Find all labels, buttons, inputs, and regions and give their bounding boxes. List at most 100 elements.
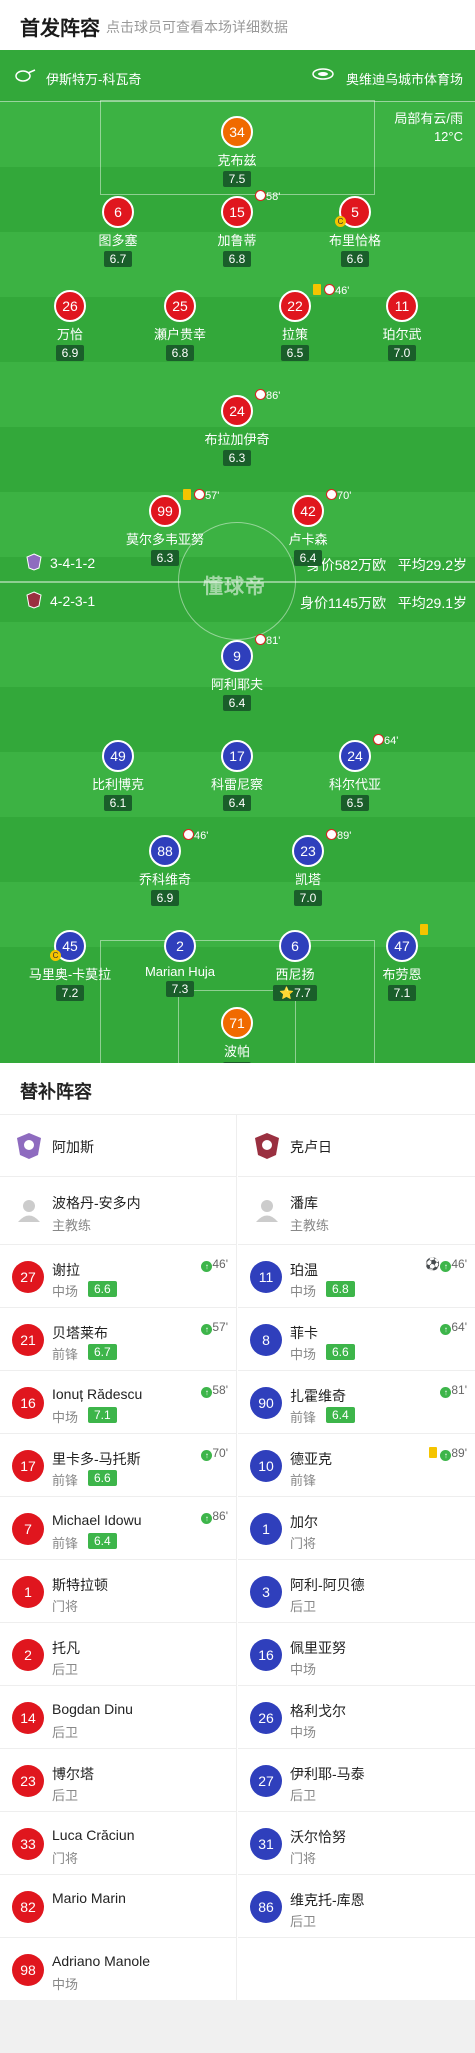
sub-player-rating: 6.6 bbox=[326, 1344, 355, 1360]
sub-player-name: 格利戈尔 bbox=[290, 1703, 346, 1719]
sub-player-row[interactable]: 16 Ionuț Rădescu 中场 7.1 ↑ 58' bbox=[0, 1371, 236, 1434]
player-47[interactable]: 47 布劳恩 7.1 bbox=[342, 930, 462, 1002]
sub-player-row[interactable]: 31 沃尔恰努 门将 bbox=[238, 1812, 475, 1875]
sub-off-icon bbox=[194, 489, 206, 500]
player-name: 布拉加伊奇 bbox=[204, 432, 270, 447]
sub-event: ↑ 57' bbox=[201, 1320, 228, 1335]
player-26[interactable]: 26 万恰 6.9 bbox=[10, 290, 130, 362]
team-row[interactable]: 克卢日 bbox=[238, 1115, 475, 1177]
player-71[interactable]: 71波帕7.0 bbox=[177, 1007, 297, 1063]
player-name: 万恰 bbox=[56, 327, 83, 342]
sub-in-icon: ↑ bbox=[440, 1387, 452, 1398]
sub-player-position: 后卫 bbox=[290, 1599, 317, 1614]
player-name: 布劳恩 bbox=[382, 967, 422, 982]
coach-row[interactable]: 潘库 主教练 bbox=[238, 1177, 475, 1245]
sub-player-row[interactable]: 98 Adriano Manole 中场 bbox=[0, 1938, 236, 2001]
player-17[interactable]: 17 科雷尼察 6.4 bbox=[177, 740, 297, 812]
sub-player-row[interactable]: 82 Mario Marin bbox=[0, 1875, 236, 1938]
away-formation: 3-4-1-2 bbox=[50, 555, 96, 571]
sub-player-row[interactable]: 21 贝塔莱布 前锋 6.7 ↑ 57' bbox=[0, 1308, 236, 1371]
sub-player-number: 26 bbox=[250, 1702, 282, 1734]
player-42[interactable]: 42 卢卡森 6.4 bbox=[248, 495, 368, 567]
weather-text: 局部有云/雨 bbox=[394, 111, 463, 126]
sub-player-row[interactable]: 86 维克托-库恩 后卫 bbox=[238, 1875, 475, 1938]
sub-player-row[interactable]: 33 Luca Crăciun 门将 bbox=[0, 1812, 236, 1875]
sub-event: ↑ 58' bbox=[201, 1383, 228, 1398]
yellow-card-icon bbox=[313, 284, 321, 295]
team-name: 克卢日 bbox=[290, 1139, 332, 1155]
player-45[interactable]: 45 马里奥-卡莫拉 7.2 bbox=[10, 930, 130, 1002]
sub-player-row[interactable]: 27 谢拉 中场 6.6 ↑ 46' bbox=[0, 1245, 236, 1308]
sub-player-number: 21 bbox=[12, 1324, 44, 1356]
sub-player-position: 中场 bbox=[290, 1725, 317, 1740]
player-6[interactable]: 6 西尼扬 ⭐7.7 bbox=[235, 930, 355, 1002]
player-49[interactable]: 49 比利博克 6.1 bbox=[58, 740, 178, 812]
sub-player-name: 德亚克 bbox=[290, 1451, 332, 1467]
sub-player-row[interactable]: 16 佩里亚努 中场 bbox=[238, 1623, 475, 1686]
player-number: 88 bbox=[149, 835, 181, 867]
sub-player-row[interactable]: 17 里卡多-马托斯 前锋 6.6 ↑ 70' bbox=[0, 1434, 236, 1497]
sub-player-name: Adriano Manole bbox=[52, 1953, 151, 1969]
player-11[interactable]: 11 珀尔武 7.0 bbox=[342, 290, 462, 362]
player-6[interactable]: 6 图多塞 6.7 bbox=[58, 196, 178, 268]
sub-player-row[interactable]: 7 Michael Idowu 前锋 6.4 ↑ 86' bbox=[0, 1497, 236, 1560]
player-9[interactable]: 9 阿利耶夫 6.4 bbox=[177, 640, 297, 712]
sub-player-position: 门将 bbox=[52, 1599, 79, 1614]
sub-off-icon bbox=[183, 829, 194, 840]
sub-player-number: 16 bbox=[250, 1639, 282, 1671]
sub-player-row[interactable]: 14 Bogdan Dinu 后卫 bbox=[0, 1686, 236, 1749]
player-number: 6 bbox=[279, 930, 311, 962]
player-88[interactable]: 88 乔科维奇 6.9 bbox=[105, 835, 225, 907]
player-event-marker: 46' bbox=[183, 829, 208, 842]
player-rating: 6.8 bbox=[165, 345, 195, 361]
sub-in-icon: ↑ bbox=[201, 1513, 213, 1524]
sub-player-name: 博尔塔 bbox=[52, 1766, 94, 1782]
page-footer bbox=[0, 2000, 475, 2053]
player-2[interactable]: 2 Marian Huja 7.3 bbox=[120, 930, 240, 998]
sub-player-row[interactable]: 3 阿利-阿贝德 后卫 bbox=[238, 1560, 475, 1623]
player-34[interactable]: 34 克布兹 7.5 bbox=[177, 116, 297, 188]
sub-player-number: 8 bbox=[250, 1324, 282, 1356]
sub-off-icon bbox=[326, 829, 337, 840]
sub-player-position: 门将 bbox=[52, 1851, 79, 1866]
player-24[interactable]: 24 科尔代亚 6.5 bbox=[295, 740, 415, 812]
sub-player-row[interactable]: 11 珀温 中场 6.8 ⚽ ↑ 46' bbox=[238, 1245, 475, 1308]
coach-role: 主教练 bbox=[52, 1218, 92, 1233]
player-22[interactable]: 22 拉策 6.5 bbox=[235, 290, 355, 362]
coach-whistle-icon bbox=[15, 69, 36, 82]
sub-player-number: 14 bbox=[12, 1702, 44, 1734]
player-number: 23 bbox=[292, 835, 324, 867]
event-minute: 58' bbox=[266, 191, 281, 203]
sub-player-row[interactable]: 1 斯特拉顿 门将 bbox=[0, 1560, 236, 1623]
subs-header: 替补阵容 bbox=[0, 1063, 475, 1115]
sub-player-row[interactable]: 8 菲卡 中场 6.6 ↑ 64' bbox=[238, 1308, 475, 1371]
sub-player-row[interactable]: 23 博尔塔 后卫 bbox=[0, 1749, 236, 1812]
player-99[interactable]: 99 莫尔多韦亚努 6.3 bbox=[105, 495, 225, 567]
player-event-marker: 81' bbox=[255, 634, 280, 647]
player-number: 15 bbox=[221, 196, 253, 228]
team-row[interactable]: 阿加斯 bbox=[0, 1115, 236, 1177]
player-number: 34 bbox=[221, 116, 253, 148]
player-25[interactable]: 25 瀬户贵幸 6.8 bbox=[120, 290, 240, 362]
pitch: 伊斯特万-科瓦奇 奥维迪乌城市体育场 局部有云/雨 12°C 懂球帝 3-4-1… bbox=[0, 50, 475, 1063]
sub-player-position: 前锋 bbox=[290, 1410, 317, 1425]
sub-player-row[interactable]: 1 加尔 门将 bbox=[238, 1497, 475, 1560]
player-name: 莫尔多韦亚努 bbox=[125, 532, 204, 547]
sub-player-rating: 6.6 bbox=[88, 1281, 117, 1297]
captain-icon: C bbox=[50, 950, 61, 961]
sub-player-row[interactable]: 26 格利戈尔中场 bbox=[238, 1686, 475, 1749]
sub-player-row[interactable]: 90 扎霍维奇 前锋 6.4 ↑ 81' bbox=[238, 1371, 475, 1434]
player-rating: 6.9 bbox=[55, 345, 85, 361]
player-24[interactable]: 24 布拉加伊奇 6.3 bbox=[177, 395, 297, 467]
player-rating: 7.1 bbox=[387, 985, 417, 1001]
sub-player-row[interactable]: 10 德亚克 前锋 ↑ 89' bbox=[238, 1434, 475, 1497]
player-rating: 6.4 bbox=[222, 795, 252, 811]
sub-in-icon: ↑ bbox=[440, 1261, 452, 1272]
sub-player-row[interactable]: 2 托凡 后卫 bbox=[0, 1623, 236, 1686]
player-23[interactable]: 23 凯塔 7.0 bbox=[248, 835, 368, 907]
player-5[interactable]: 5 布里恰格 6.6 bbox=[295, 196, 415, 268]
coach-row[interactable]: 波格丹-安多内 主教练 bbox=[0, 1177, 236, 1245]
home-summary: 身价1145万欧 平均29.1岁 bbox=[299, 595, 467, 611]
sub-player-row[interactable]: 27 伊利耶-马泰 后卫 bbox=[238, 1749, 475, 1812]
player-15[interactable]: 15 加鲁蒂 6.8 bbox=[177, 196, 297, 268]
